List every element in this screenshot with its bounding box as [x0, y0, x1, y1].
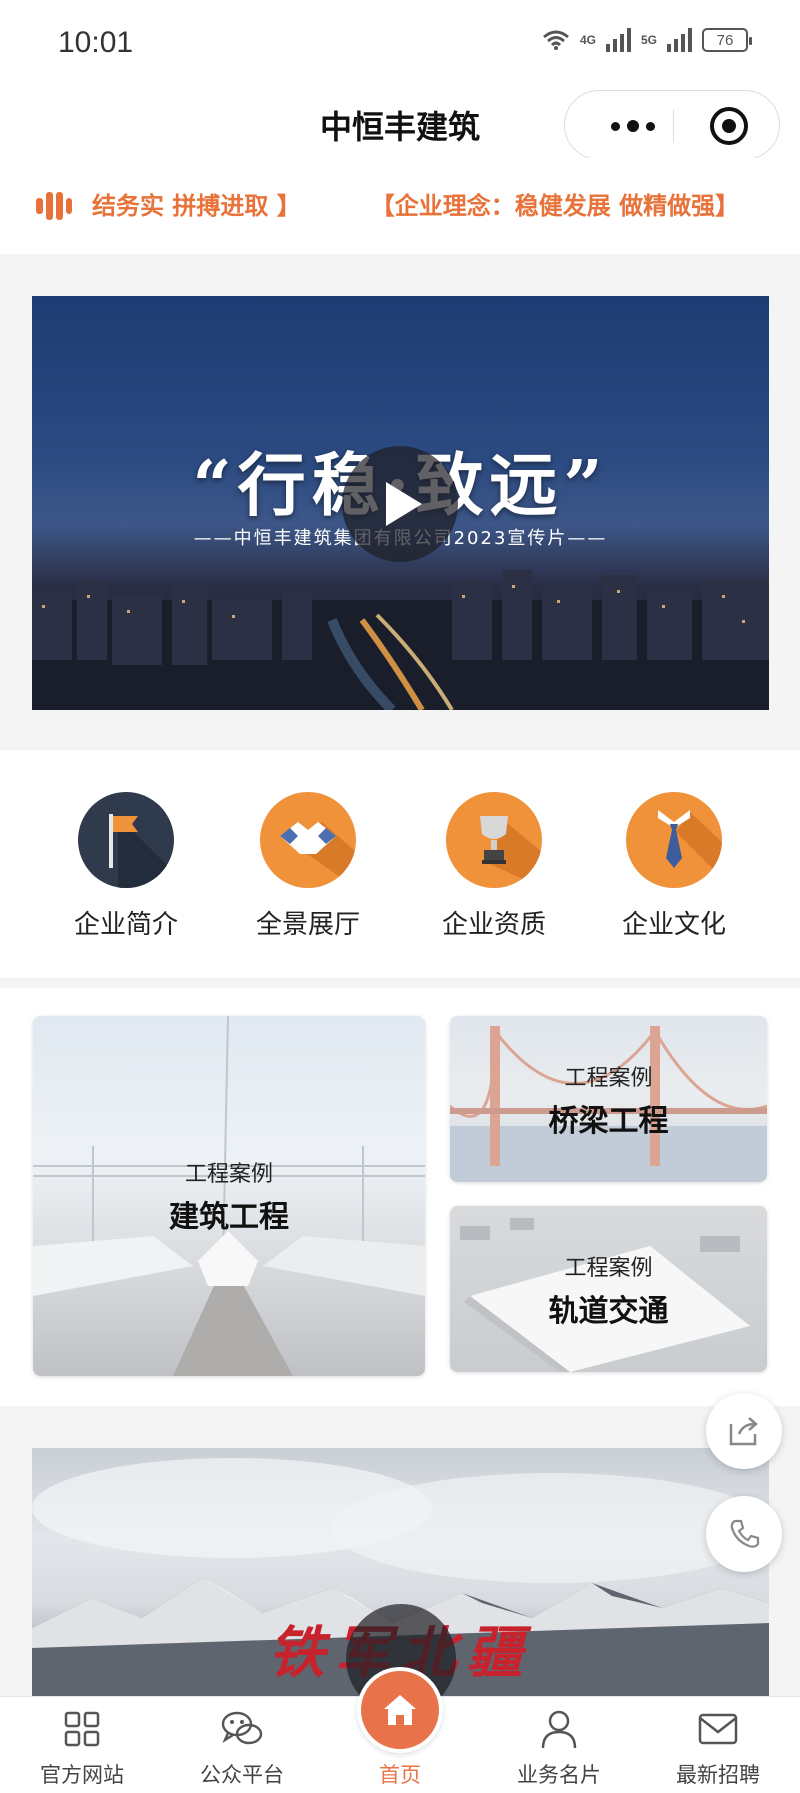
menu-item-company-intro[interactable]: 企业简介: [36, 792, 216, 941]
marquee-text: 结务实 拼搏进取 】 【企业理念：稳健发展 做精做强】: [92, 186, 739, 221]
card-construction[interactable]: 工程案例 建筑工程: [33, 1016, 425, 1376]
flag-icon: [78, 792, 174, 888]
wechat-icon: [162, 1707, 322, 1751]
menu-item-qualifications[interactable]: 企业资质: [404, 792, 584, 941]
video-section: “行稳·致远” ——中恒丰建筑集团有限公司2023宣传片——: [0, 254, 800, 750]
home-icon: [357, 1667, 443, 1753]
card-subtitle: 工程案例: [564, 1066, 653, 1091]
tab-label: 官方网站: [40, 1763, 124, 1787]
necktie-icon: [626, 792, 722, 888]
card-text: 工程案例 桥梁工程: [450, 1060, 767, 1140]
close-mini-program-button[interactable]: [710, 107, 748, 145]
card-subtitle: 工程案例: [184, 1162, 273, 1187]
card-text: 工程案例 轨道交通: [450, 1250, 767, 1330]
card-title: 桥梁工程: [548, 1104, 669, 1139]
network-type-2: 5G: [640, 33, 657, 47]
marquee-text-1: 结务实 拼搏进取 】: [92, 192, 301, 220]
grid-icon: [2, 1707, 162, 1751]
card-subtitle: 工程案例: [564, 1256, 653, 1281]
city-skyline-image: [32, 570, 769, 710]
network-type-1: 4G: [579, 33, 596, 47]
tab-label: 公众平台: [200, 1763, 284, 1787]
phone-icon: [730, 1519, 760, 1548]
share-button[interactable]: [706, 1393, 782, 1469]
tab-business-card[interactable]: 业务名片: [479, 1707, 639, 1789]
menu-label: 全景展厅: [255, 910, 360, 940]
user-icon: [479, 1707, 639, 1751]
battery-level: 76: [716, 31, 734, 49]
announcement-marquee: 结务实 拼搏进取 】 【企业理念：稳健发展 做精做强】: [0, 158, 800, 254]
phone-button[interactable]: [706, 1496, 782, 1572]
announcement-icon: [36, 192, 72, 220]
tab-home[interactable]: 首页: [320, 1667, 480, 1789]
card-rail-transit[interactable]: 工程案例 轨道交通: [450, 1206, 767, 1372]
bottom-tab-bar: 官方网站 公众平台 首页 业务名片 最新招聘: [0, 1667, 800, 1793]
feature-menu: 企业简介 全景展厅 企业资质 企业文化: [0, 750, 800, 978]
card-title: 建筑工程: [169, 1200, 289, 1235]
tab-official-website[interactable]: 官方网站: [2, 1707, 162, 1789]
signal-icon-1: [605, 28, 631, 52]
share-icon: [729, 1417, 758, 1446]
card-title: 轨道交通: [548, 1294, 669, 1329]
menu-label: 企业文化: [621, 910, 726, 940]
menu-label: 企业资质: [441, 910, 546, 940]
capsule-divider: [673, 109, 674, 143]
tab-label: 业务名片: [517, 1763, 601, 1787]
mail-icon: [638, 1707, 798, 1751]
signal-icon-2: [667, 28, 692, 52]
battery-icon: 76: [702, 28, 752, 52]
trophy-icon: [446, 792, 542, 888]
marquee-text-2: 【企业理念：稳健发展 做精做强】: [370, 192, 740, 220]
card-text: 工程案例 建筑工程: [33, 1156, 425, 1236]
mini-program-capsule: [564, 90, 780, 160]
status-icons: 4G 5G 76: [542, 28, 752, 52]
card-bridge[interactable]: 工程案例 桥梁工程: [450, 1016, 767, 1182]
project-cards: 工程案例 建筑工程 工程案例 桥梁工程 工程案例 轨道交通: [0, 988, 800, 1406]
status-time: 10:01: [58, 26, 134, 59]
nav-bar: 中恒丰建筑: [0, 88, 800, 160]
tab-label: 首页: [379, 1763, 421, 1787]
tab-official-account[interactable]: 公众平台: [162, 1707, 322, 1789]
tab-label: 最新招聘: [676, 1763, 760, 1787]
menu-item-corporate-culture[interactable]: 企业文化: [584, 792, 764, 941]
more-button[interactable]: [595, 91, 671, 161]
play-video-button[interactable]: [342, 446, 458, 562]
menu-item-panorama-hall[interactable]: 全景展厅: [218, 792, 398, 941]
handshake-icon: [260, 792, 356, 888]
status-bar: 10:01 4G 5G 76: [0, 0, 800, 88]
wifi-icon: [543, 30, 569, 50]
lower-video-section: 铁军北疆: [0, 1406, 800, 1708]
menu-label: 企业简介: [73, 910, 178, 940]
tab-recruitment[interactable]: 最新招聘: [638, 1707, 798, 1789]
promo-video[interactable]: “行稳·致远” ——中恒丰建筑集团有限公司2023宣传片——: [32, 296, 769, 710]
